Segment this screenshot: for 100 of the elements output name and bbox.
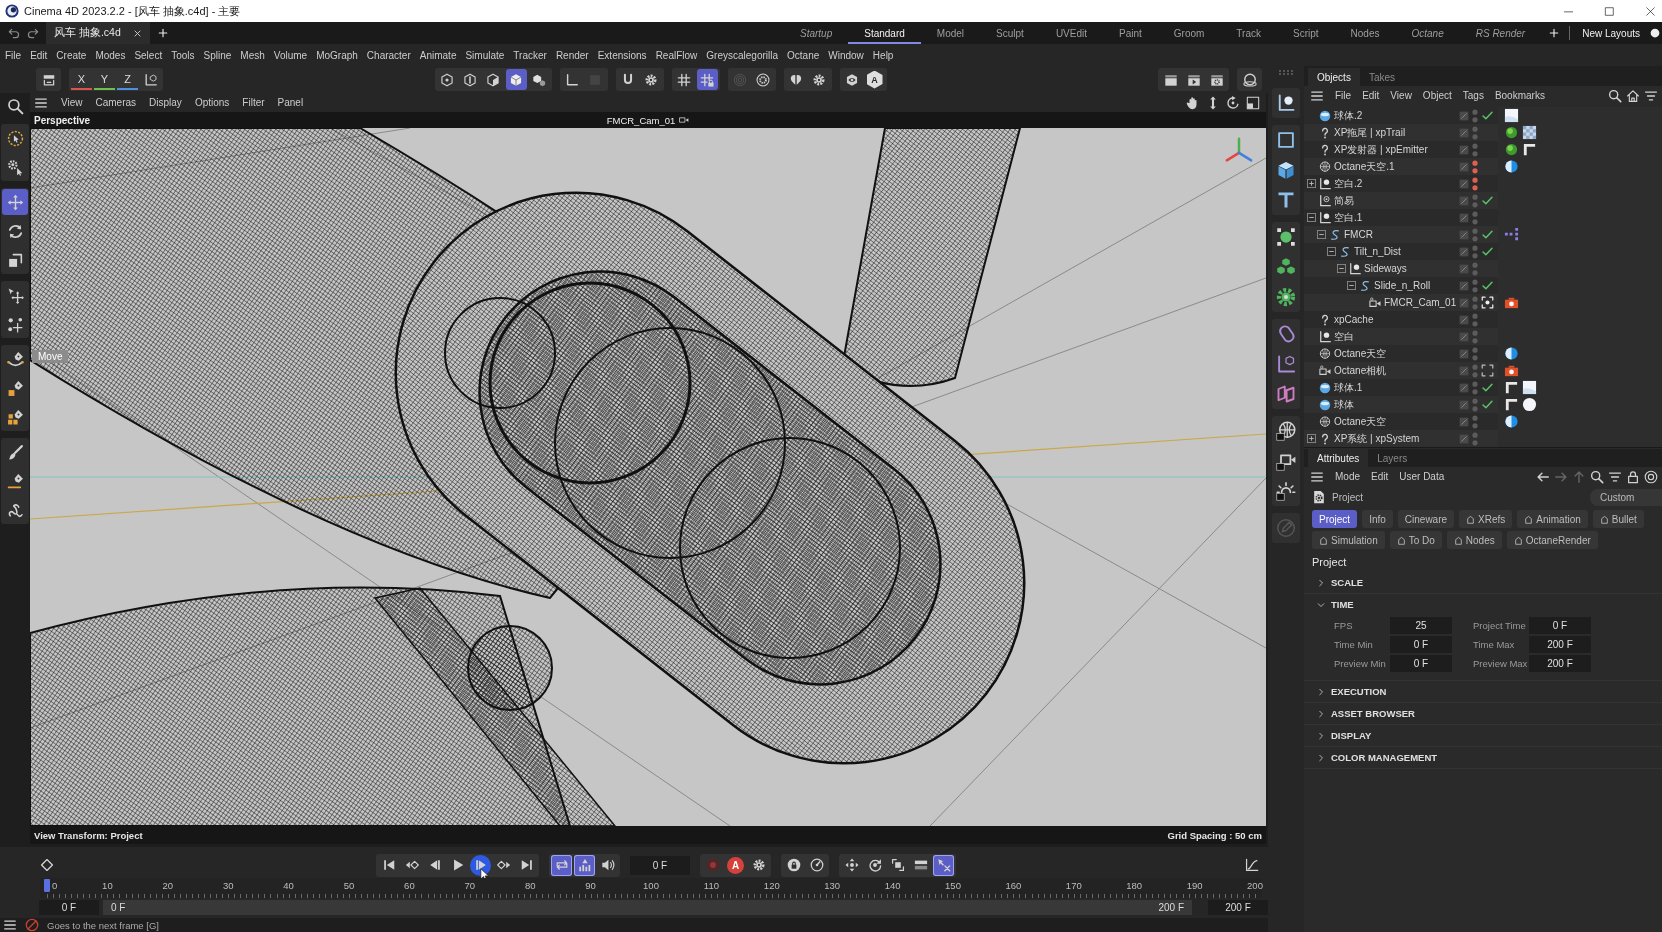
filter-icon[interactable] (1608, 469, 1622, 484)
axis-sphere-icon[interactable] (1276, 93, 1296, 113)
edit-square-icon[interactable] (1459, 144, 1469, 155)
plus-icon[interactable] (1549, 28, 1560, 38)
chevron-down-icon[interactable] (1317, 600, 1325, 609)
attribute-page-tab[interactable]: XRefs (1459, 510, 1513, 528)
attribute-page-tab[interactable]: Bullet (1592, 510, 1644, 528)
group-heading[interactable]: SCALE (1331, 577, 1364, 588)
axis-toggle[interactable]: X (71, 69, 92, 90)
grid-lock-button[interactable] (696, 69, 718, 90)
edit-square-icon[interactable] (1459, 263, 1469, 274)
attribute-page-tab[interactable]: Project (1312, 510, 1358, 528)
focus-frame-icon[interactable] (1481, 364, 1494, 377)
visibility-dots-icon[interactable] (1472, 176, 1478, 191)
undo-icon[interactable] (8, 27, 20, 39)
menu-item[interactable]: Create (56, 49, 87, 61)
half-circle-icon[interactable] (1504, 414, 1519, 429)
move-button[interactable] (2, 189, 28, 215)
chevron-right-icon[interactable] (1317, 731, 1325, 740)
hexagon-button[interactable]: A (866, 70, 883, 89)
start-frame-field[interactable]: 0 F (39, 900, 99, 915)
edit-square-icon[interactable] (1459, 127, 1469, 138)
panel-tab[interactable]: Layers (1368, 449, 1417, 467)
axis-toggle[interactable]: Y (94, 69, 115, 90)
edit-square-icon[interactable] (1459, 314, 1469, 325)
search-icon[interactable] (6, 98, 24, 115)
layout-tab[interactable]: RS Render (1459, 22, 1542, 44)
edit-square-icon[interactable] (1459, 195, 1469, 206)
viewport-menu-item[interactable]: Filter (242, 97, 265, 108)
visibility-dots-icon[interactable] (1472, 159, 1478, 174)
panel-menu-item[interactable]: Tags (1462, 90, 1484, 101)
visibility-dots-icon[interactable] (1472, 210, 1478, 225)
panel-menu-item[interactable]: Bookmarks (1494, 90, 1545, 101)
chevron-right-icon[interactable] (1317, 687, 1325, 696)
number-field[interactable]: 200 F (1529, 654, 1591, 672)
visibility-dots-icon[interactable] (1472, 397, 1478, 412)
visibility-dots-icon[interactable] (1472, 363, 1478, 378)
menu-item[interactable]: Mesh (240, 49, 265, 61)
chevron-right-icon[interactable] (1317, 753, 1325, 762)
preview-range-track[interactable]: 0 F 200 F (103, 900, 1192, 915)
edit-square-icon[interactable] (1459, 399, 1469, 410)
visibility-dots-icon[interactable] (1472, 108, 1478, 123)
visibility-dots-icon[interactable] (1472, 142, 1478, 157)
chevron-right-icon[interactable] (1317, 578, 1325, 587)
close-icon[interactable] (132, 28, 142, 38)
panel-tab[interactable]: Attributes (1308, 449, 1369, 467)
expand-icon[interactable] (1307, 179, 1316, 188)
viewport-menu-item[interactable]: Display (149, 97, 182, 108)
layout-tab[interactable]: Octane (1395, 22, 1460, 44)
panel-menu-item[interactable]: Object (1422, 90, 1452, 101)
group-heading[interactable]: COLOR MANAGEMENT (1331, 752, 1438, 763)
visibility-dots-icon[interactable] (1472, 227, 1478, 242)
edit-square-icon[interactable] (1459, 280, 1469, 291)
layout-tab[interactable]: Sculpt (980, 22, 1040, 44)
visibility-dots-icon[interactable] (1472, 329, 1478, 344)
visibility-dots-icon[interactable] (1472, 346, 1478, 361)
panel-tab[interactable]: Takes (1359, 68, 1405, 86)
chevron-right-icon[interactable] (1317, 709, 1325, 718)
lock-icon[interactable] (1626, 469, 1640, 484)
edit-square-icon[interactable] (1459, 161, 1469, 172)
checker-swatch-icon[interactable] (1522, 125, 1537, 140)
layout-tab[interactable]: Model (920, 22, 981, 44)
collapse-icon[interactable] (1337, 264, 1346, 273)
viewport-menu-item[interactable]: Panel (277, 97, 304, 108)
panel-menu-item[interactable]: Mode (1335, 471, 1360, 482)
menu-item[interactable]: File (5, 49, 22, 61)
half-circle-icon[interactable] (1504, 346, 1519, 361)
layout-tab[interactable]: Script (1277, 22, 1335, 44)
edit-square-icon[interactable] (1459, 416, 1469, 427)
edit-square-icon[interactable] (1459, 212, 1469, 223)
layout-tab[interactable]: Groom (1157, 22, 1221, 44)
edit-square-icon[interactable] (1459, 178, 1469, 189)
menu-item[interactable]: Spline (203, 49, 232, 61)
collapse-icon[interactable] (1347, 281, 1356, 290)
group-heading[interactable]: ASSET BROWSER (1331, 708, 1415, 719)
layout-tab[interactable]: Nodes (1334, 22, 1396, 44)
visibility-dots-icon[interactable] (1472, 244, 1478, 259)
checkmark-icon[interactable] (1481, 398, 1494, 411)
corner-tag-icon[interactable] (1504, 380, 1519, 395)
auto-key-button[interactable]: A (727, 856, 744, 874)
group-heading[interactable]: TIME (1331, 599, 1354, 610)
close-icon[interactable] (1645, 5, 1656, 17)
camera-icon[interactable] (679, 115, 690, 125)
collapse-icon[interactable] (1327, 247, 1336, 256)
attribute-page-tab[interactable]: OctaneRender (1506, 531, 1598, 549)
edit-square-icon[interactable] (1459, 229, 1469, 240)
layout-tab[interactable]: Startup (784, 22, 849, 44)
half-circle-icon[interactable] (1504, 159, 1519, 174)
step-forward-button[interactable] (470, 854, 491, 876)
visibility-dots-icon[interactable] (1472, 380, 1478, 395)
capsule-icon[interactable] (1276, 324, 1296, 344)
orbit-icon[interactable] (1226, 95, 1240, 110)
drag-handle-icon[interactable] (1279, 70, 1293, 75)
edit-square-icon[interactable] (1459, 433, 1469, 444)
gear-icon[interactable] (1276, 287, 1296, 307)
attribute-page-tab[interactable]: Animation (1517, 510, 1588, 528)
visibility-dots-icon[interactable] (1472, 125, 1478, 140)
menu-item[interactable]: Extensions (597, 49, 647, 61)
layout-tab[interactable]: Paint (1103, 22, 1158, 44)
camera-tag-icon[interactable] (1504, 363, 1519, 378)
